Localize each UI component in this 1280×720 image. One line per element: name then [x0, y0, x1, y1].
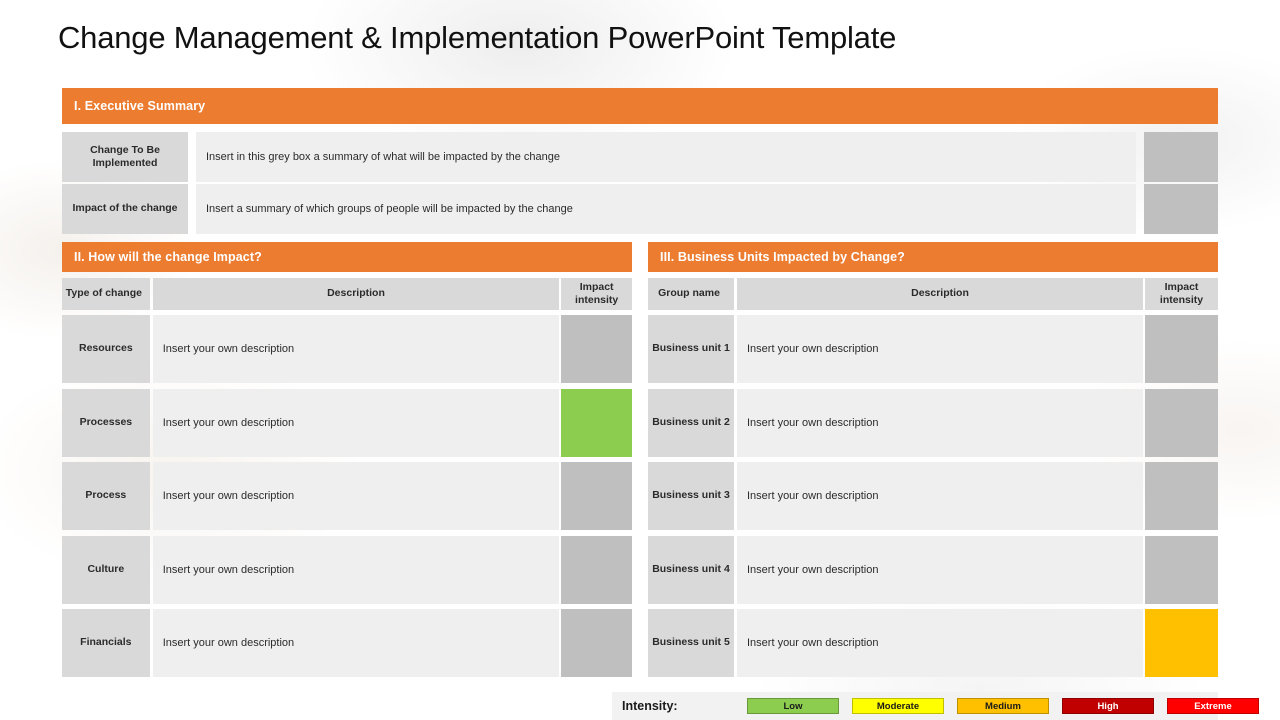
page-title: Change Management & Implementation Power… [58, 20, 897, 55]
impact-header-intensity: Impact intensity [561, 278, 632, 310]
impact-table-intensity-swatch[interactable] [561, 462, 632, 530]
impact-table-row-description[interactable]: Insert your own description [152, 535, 560, 604]
executive-summary-panel: I. Executive Summary Change To Be Implem… [62, 88, 1218, 234]
business-units-table-row: Business unit 4 Insert your own descripti… [648, 535, 1218, 604]
impact-table-header-row: Type of change Description Impact intens… [62, 278, 632, 310]
legend-swatch-high[interactable]: High [1062, 698, 1154, 714]
impact-table-intensity-swatch[interactable] [561, 388, 632, 457]
business-units-header-row: Group name Description Impact intensity [648, 278, 1218, 310]
business-units-header-description: Description [737, 278, 1143, 310]
slide-canvas: Change Management & Implementation Power… [0, 0, 1280, 720]
intensity-legend-items: Low Moderate Medium High Extreme [747, 698, 1272, 714]
impact-table-row-label[interactable]: Financials [62, 609, 150, 677]
impact-table-row-description[interactable]: Insert your own description [152, 609, 560, 677]
impact-table-row-label[interactable]: Processes [62, 388, 150, 457]
business-units-table-intensity-swatch[interactable] [1145, 388, 1218, 457]
executive-summary-row-description[interactable]: Insert in this grey box a summary of wha… [196, 132, 1136, 182]
impact-table-row-label[interactable]: Culture [62, 535, 150, 604]
legend-swatch-low[interactable]: Low [747, 698, 839, 714]
business-units-table-row: Business unit 1 Insert your own descripti… [648, 315, 1218, 383]
impact-table-row-description[interactable]: Insert your own description [152, 462, 560, 530]
legend-swatch-moderate[interactable]: Moderate [852, 698, 944, 714]
impact-header-type-of-change: Type of change [62, 278, 150, 310]
executive-summary-intensity-swatch[interactable] [1144, 132, 1218, 182]
impact-table-row: Financials Insert your own description [62, 609, 632, 677]
business-units-table-row: Business unit 3 Insert your own descripti… [648, 462, 1218, 530]
executive-summary-banner: I. Executive Summary [62, 88, 1218, 124]
impact-table-banner: II. How will the change Impact? [62, 242, 632, 272]
executive-summary-row-description[interactable]: Insert a summary of which groups of peop… [196, 184, 1136, 234]
impact-table-row: Processes Insert your own description [62, 388, 632, 457]
business-units-table-row-description[interactable]: Insert your own description [737, 315, 1143, 383]
executive-summary-row: Change To Be Implemented Insert in this g… [62, 132, 1218, 182]
business-units-table-row-label[interactable]: Business unit 3 [648, 462, 734, 530]
business-units-table-row-description[interactable]: Insert your own description [737, 609, 1143, 677]
business-units-table-panel: III. Business Units Impacted by Change? … [648, 242, 1218, 677]
impact-header-description: Description [152, 278, 560, 310]
impact-table-intensity-swatch[interactable] [561, 535, 632, 604]
impact-table-intensity-swatch[interactable] [561, 315, 632, 383]
executive-summary-row-label[interactable]: Change To Be Implemented [62, 132, 188, 182]
impact-table-panel: II. How will the change Impact? Type of … [62, 242, 632, 677]
legend-swatch-extreme[interactable]: Extreme [1167, 698, 1259, 714]
impact-table-row: Resources Insert your own description [62, 315, 632, 383]
executive-summary-row-label[interactable]: Impact of the change [62, 184, 188, 234]
business-units-table-row-description[interactable]: Insert your own description [737, 462, 1143, 530]
impact-table-intensity-swatch[interactable] [561, 609, 632, 677]
impact-table-row-description[interactable]: Insert your own description [152, 315, 560, 383]
business-units-table-row: Business unit 2 Insert your own descripti… [648, 388, 1218, 457]
business-units-table-row-label[interactable]: Business unit 5 [648, 609, 734, 677]
impact-table-row: Culture Insert your own description [62, 535, 632, 604]
business-units-table-intensity-swatch[interactable] [1145, 315, 1218, 383]
business-units-header-intensity: Impact intensity [1145, 278, 1218, 310]
intensity-legend: Intensity: Low Moderate Medium High Extreme [612, 692, 1259, 720]
executive-summary-intensity-swatch[interactable] [1144, 184, 1218, 234]
impact-table-row-label[interactable]: Resources [62, 315, 150, 383]
impact-table-row-label[interactable]: Process [62, 462, 150, 530]
business-units-table-row-description[interactable]: Insert your own description [737, 388, 1143, 457]
impact-table-row: Process Insert your own description [62, 462, 632, 530]
business-units-table-banner: III. Business Units Impacted by Change? [648, 242, 1218, 272]
business-units-table-row: Business unit 5 Insert your own descripti… [648, 609, 1218, 677]
business-units-table-intensity-swatch[interactable] [1145, 609, 1218, 677]
business-units-header-group-name: Group name [648, 278, 734, 310]
executive-summary-row: Impact of the change Insert a summary of … [62, 184, 1218, 234]
business-units-table-intensity-swatch[interactable] [1145, 535, 1218, 604]
legend-swatch-medium[interactable]: Medium [957, 698, 1049, 714]
business-units-table-intensity-swatch[interactable] [1145, 462, 1218, 530]
business-units-table-row-label[interactable]: Business unit 4 [648, 535, 734, 604]
business-units-table-row-description[interactable]: Insert your own description [737, 535, 1143, 604]
business-units-table-row-label[interactable]: Business unit 1 [648, 315, 734, 383]
impact-table-row-description[interactable]: Insert your own description [152, 388, 560, 457]
business-units-table-row-label[interactable]: Business unit 2 [648, 388, 734, 457]
intensity-legend-label: Intensity: [622, 699, 678, 713]
